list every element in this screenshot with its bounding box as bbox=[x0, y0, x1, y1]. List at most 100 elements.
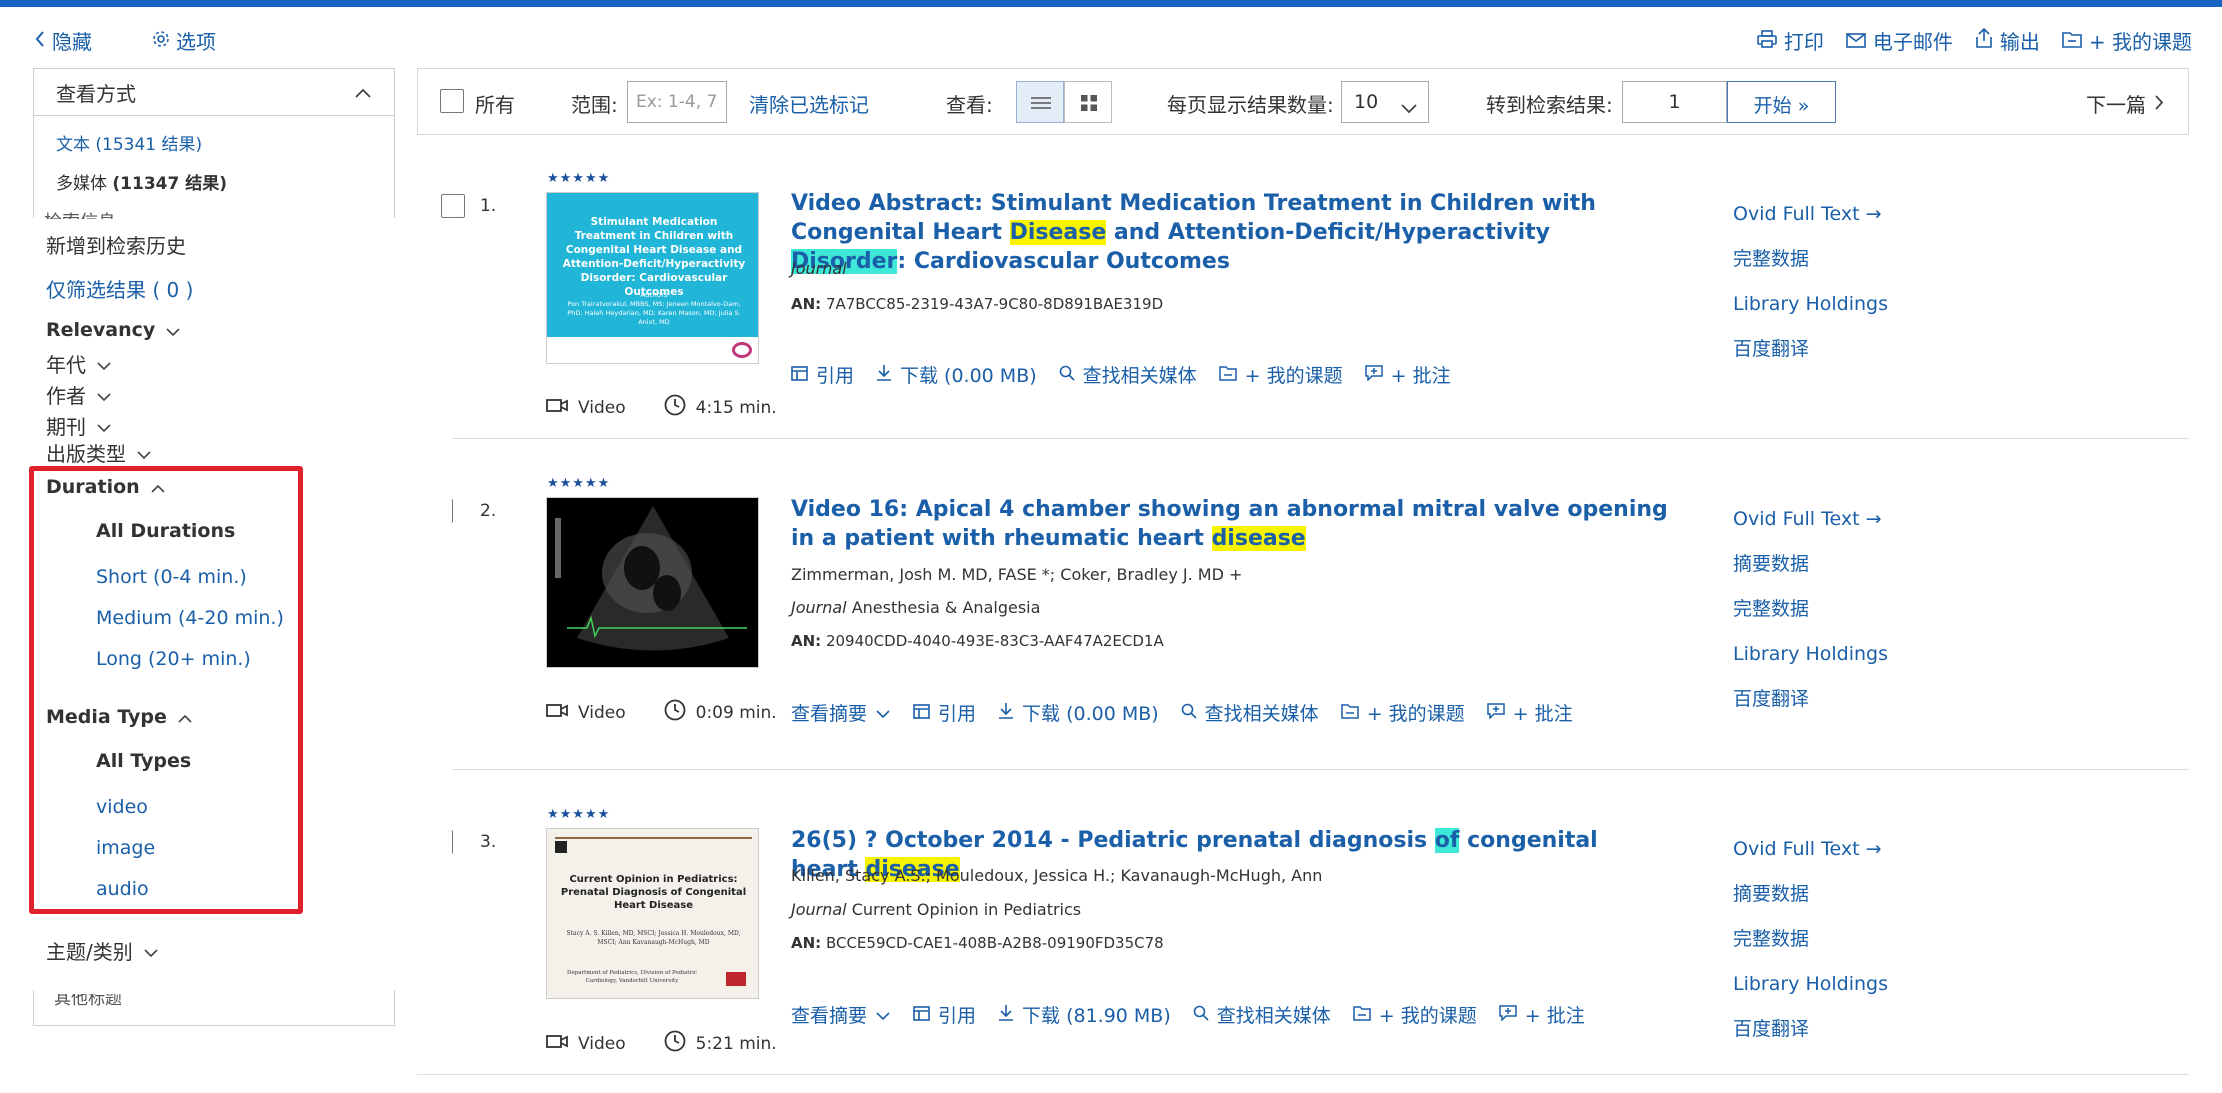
view-text-item[interactable]: 文本 (15341 结果) bbox=[34, 130, 394, 155]
library-holdings-link[interactable]: Library Holdings bbox=[1733, 282, 1888, 327]
result-1-checkbox[interactable] bbox=[441, 194, 465, 218]
cite-button[interactable]: 引用 bbox=[791, 361, 854, 388]
list-view-button[interactable] bbox=[1016, 81, 1064, 123]
library-holdings-link[interactable]: Library Holdings bbox=[1733, 962, 1888, 1007]
print-button[interactable]: 打印 bbox=[1757, 26, 1824, 55]
top-actions: 打印 电子邮件 输出 + 我的课题 bbox=[1757, 26, 2192, 55]
folder-icon bbox=[2062, 29, 2082, 53]
duration-label: 5:21 min. bbox=[695, 1033, 777, 1054]
cite-label: 引用 bbox=[938, 1005, 977, 1027]
result-2-number: 2. bbox=[480, 501, 497, 521]
result-1-title[interactable]: Video Abstract: Stimulant Medication Tre… bbox=[791, 189, 1671, 276]
ovid-full-text-link[interactable]: Ovid Full Text → bbox=[1733, 497, 1888, 542]
chevron-down-icon bbox=[165, 318, 181, 342]
year-facet[interactable]: 年代 bbox=[46, 349, 112, 378]
annotate-button[interactable]: + 批注 bbox=[1364, 361, 1451, 388]
full-record-link[interactable]: 完整数据 bbox=[1733, 587, 1888, 632]
pub-type-facet[interactable]: 出版类型 bbox=[46, 442, 152, 463]
baidu-translate-link[interactable]: 百度翻译 bbox=[1733, 1007, 1888, 1052]
view-mode-header[interactable]: 查看方式 bbox=[34, 69, 394, 116]
relevancy-facet[interactable]: Relevancy bbox=[46, 318, 181, 342]
filter-selected-link[interactable]: 仅筛选结果 ( 0 ) bbox=[46, 274, 193, 303]
cite-button[interactable]: 引用 bbox=[913, 1001, 976, 1028]
view-media-item[interactable]: 多媒体 (11347 结果) bbox=[34, 169, 394, 194]
abstract-record-link[interactable]: 摘要数据 bbox=[1733, 542, 1888, 587]
result-3-media-info: Video 5:21 min. bbox=[546, 1030, 777, 1057]
add-project-button[interactable]: + 我的课题 bbox=[1353, 1001, 1477, 1028]
full-record-link[interactable]: 完整数据 bbox=[1733, 237, 1888, 282]
title-text: 26(5) ? October 2014 - Pediatric prenata… bbox=[791, 828, 1435, 853]
related-label: 查找相关媒体 bbox=[1204, 703, 1319, 725]
audio-type-option[interactable]: audio bbox=[96, 878, 149, 900]
video-type-option[interactable]: video bbox=[96, 796, 148, 818]
ovid-full-text-link[interactable]: Ovid Full Text → bbox=[1733, 192, 1888, 237]
result-3-thumbnail[interactable]: Current Opinion in Pediatrics: Prenatal … bbox=[546, 828, 759, 999]
thumb-3-badge bbox=[726, 972, 746, 986]
library-holdings-link[interactable]: Library Holdings bbox=[1733, 632, 1888, 677]
clock-icon bbox=[664, 394, 686, 421]
author-facet[interactable]: 作者 bbox=[46, 380, 112, 409]
range-input[interactable]: Ex: 1-4, 7 bbox=[627, 81, 727, 123]
journal-facet[interactable]: 期刊 bbox=[46, 411, 112, 440]
result-3-checkbox[interactable] bbox=[441, 830, 453, 854]
duration-facet-header[interactable]: Duration bbox=[46, 475, 166, 499]
media-type-facet-header[interactable]: Media Type bbox=[46, 705, 193, 729]
result-2-title[interactable]: Video 16: Apical 4 chamber showing an ab… bbox=[791, 495, 1671, 553]
per-page-value: 10 bbox=[1354, 91, 1379, 113]
result-2-thumbnail[interactable] bbox=[546, 497, 759, 668]
video-camera-icon bbox=[546, 703, 568, 723]
journal-value: Current Opinion in Pediatrics bbox=[851, 900, 1082, 919]
subject-facet[interactable]: 主题/类别 bbox=[46, 936, 159, 965]
email-button[interactable]: 电子邮件 bbox=[1846, 26, 1953, 55]
view-abstract-button[interactable]: 查看摘要 bbox=[791, 1001, 891, 1028]
baidu-translate-link[interactable]: 百度翻译 bbox=[1733, 327, 1888, 372]
add-to-history-link[interactable]: 新增到检索历史 bbox=[46, 230, 186, 259]
related-media-button[interactable]: 查找相关媒体 bbox=[1181, 699, 1319, 726]
hide-sidebar-button[interactable]: 隐藏 bbox=[34, 26, 92, 55]
per-page-label: 每页显示结果数量: bbox=[1167, 93, 1334, 117]
add-history-label: 新增到检索历史 bbox=[46, 234, 186, 258]
journal-label: Journal bbox=[791, 598, 847, 617]
medium-duration-option[interactable]: Medium (4-20 min.) bbox=[96, 607, 284, 629]
full-record-link[interactable]: 完整数据 bbox=[1733, 917, 1888, 962]
result-2-links: Ovid Full Text → 摘要数据 完整数据 Library Holdi… bbox=[1733, 497, 1888, 722]
short-duration-option[interactable]: Short (0-4 min.) bbox=[96, 566, 247, 588]
download-button[interactable]: 下载 (0.00 MB) bbox=[998, 699, 1159, 726]
chevron-right-icon bbox=[2154, 92, 2164, 116]
result-3-actions: 查看摘要 引用 下载 (81.90 MB) 查找相关媒体 + 我的课题 + 批注 bbox=[791, 1001, 1585, 1028]
clear-selection-link[interactable]: 清除已选标记 bbox=[749, 89, 869, 118]
options-button[interactable]: 选项 bbox=[152, 26, 216, 55]
export-button[interactable]: 输出 bbox=[1975, 26, 2040, 55]
image-type-option[interactable]: image bbox=[96, 837, 155, 859]
cite-button[interactable]: 引用 bbox=[913, 699, 976, 726]
view-mode-title: 查看方式 bbox=[56, 81, 136, 106]
download-button[interactable]: 下载 (81.90 MB) bbox=[998, 1001, 1171, 1028]
goto-label: 转到检索结果: bbox=[1486, 93, 1613, 117]
long-duration-option[interactable]: Long (20+ min.) bbox=[96, 648, 251, 670]
all-durations-option[interactable]: All Durations bbox=[96, 520, 235, 542]
result-2-checkbox[interactable] bbox=[441, 499, 453, 523]
grid-view-button[interactable] bbox=[1064, 81, 1112, 123]
download-button[interactable]: 下载 (0.00 MB) bbox=[876, 361, 1037, 388]
go-button[interactable]: 开始 » bbox=[1727, 81, 1836, 123]
all-types-option[interactable]: All Types bbox=[96, 750, 191, 772]
print-label: 打印 bbox=[1783, 30, 1824, 54]
related-media-button[interactable]: 查找相关媒体 bbox=[1059, 361, 1197, 388]
goto-input[interactable]: 1 bbox=[1622, 81, 1727, 123]
select-all-checkbox[interactable] bbox=[440, 89, 464, 113]
per-page-select[interactable]: 10 bbox=[1341, 81, 1429, 123]
next-link[interactable]: 下一篇 bbox=[2086, 89, 2164, 118]
view-abstract-button[interactable]: 查看摘要 bbox=[791, 699, 891, 726]
abstract-record-link[interactable]: 摘要数据 bbox=[1733, 872, 1888, 917]
result-divider bbox=[452, 769, 2189, 770]
annotate-button[interactable]: + 批注 bbox=[1486, 699, 1573, 726]
add-project-button[interactable]: + 我的课题 bbox=[1218, 361, 1343, 388]
add-project-button[interactable]: + 我的课题 bbox=[1340, 699, 1465, 726]
baidu-translate-link[interactable]: 百度翻译 bbox=[1733, 677, 1888, 722]
download-label: 下载 (0.00 MB) bbox=[900, 365, 1037, 387]
result-1-thumbnail[interactable]: Stimulant Medication Treatment in Childr… bbox=[546, 192, 759, 364]
my-projects-button[interactable]: + 我的课题 bbox=[2062, 26, 2192, 55]
ovid-full-text-link[interactable]: Ovid Full Text → bbox=[1733, 827, 1888, 872]
annotate-button[interactable]: + 批注 bbox=[1499, 1001, 1585, 1028]
related-media-button[interactable]: 查找相关媒体 bbox=[1193, 1001, 1331, 1028]
